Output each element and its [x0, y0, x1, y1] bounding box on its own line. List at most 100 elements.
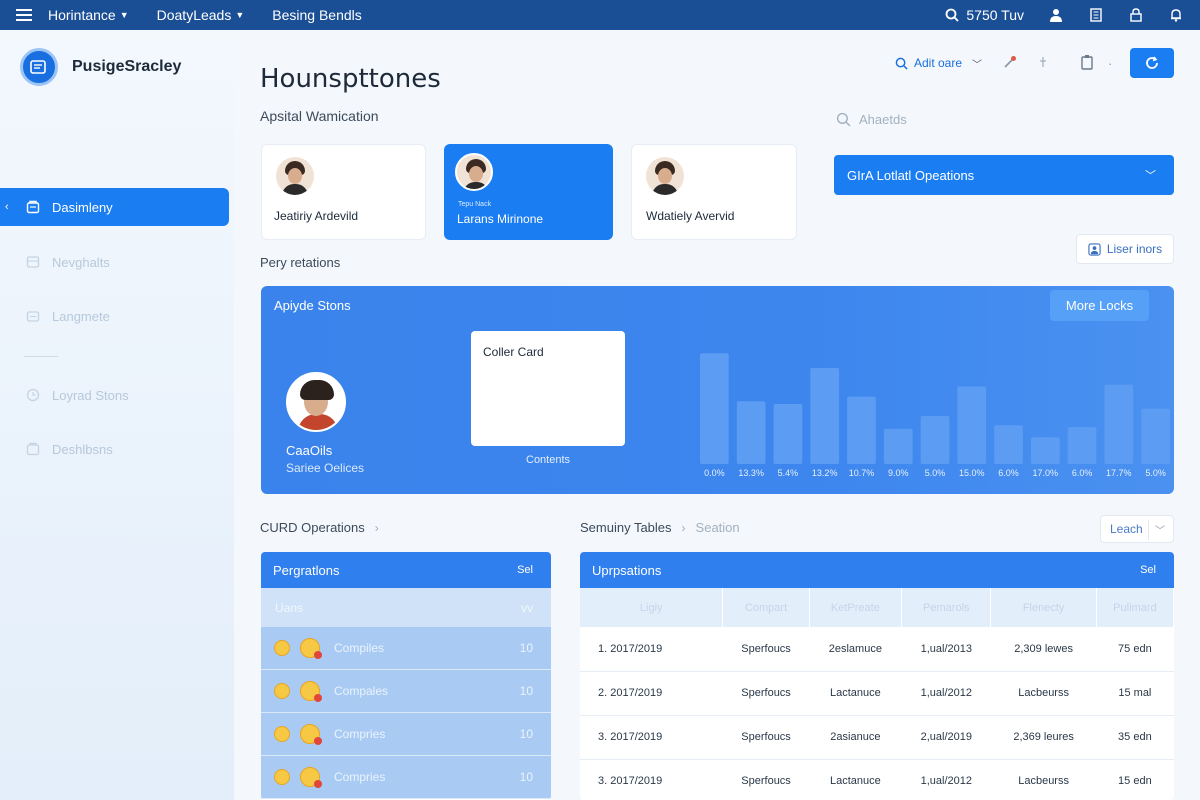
table-filter-select[interactable]: Leach ﹀	[1100, 515, 1174, 543]
list-item[interactable]: Compiles 10	[261, 627, 551, 670]
list-item[interactable]: Compries 10	[261, 713, 551, 756]
top-nav-horintance[interactable]: Horintance ▼	[48, 7, 129, 23]
table-cell: Lactanuce	[809, 759, 902, 800]
plus-icon[interactable]	[1038, 56, 1048, 71]
top-nav-besing-bendls[interactable]: Besing Bendls	[272, 7, 362, 23]
list-item[interactable]: Compales 10	[261, 670, 551, 713]
chart-bar	[1031, 437, 1060, 464]
column-header[interactable]: Flenecty	[990, 588, 1097, 627]
header-actions: Adit oare ﹀ ·	[895, 48, 1112, 78]
menu-icon[interactable]	[0, 0, 48, 30]
sidebar-item-label: Deshlbsns	[52, 441, 113, 457]
table-row[interactable]: 2. 2017/2019 Sperfoucs Lactanuce 1,ual/2…	[580, 671, 1174, 716]
more-looks-button[interactable]: More Locks	[1050, 290, 1149, 321]
list-item-value: 10	[519, 641, 533, 655]
table-row[interactable]: 3. 2017/2019 Sperfoucs 2asianuce 2,ual/2…	[580, 715, 1174, 760]
operations-panel: Pergratlons Sel Uans vv Compiles 10 Comp…	[261, 552, 551, 800]
auth-select[interactable]: Adit oare	[895, 56, 962, 70]
table-cell: Lacbeurss	[990, 759, 1097, 800]
refresh-button[interactable]	[1130, 48, 1174, 78]
table-cell: 2,369 leures	[990, 715, 1097, 760]
search-icon	[836, 112, 851, 126]
grid-icon	[26, 256, 40, 268]
chart-tick-label: 5.0%	[1145, 468, 1166, 478]
chevron-down-icon: ▼	[235, 10, 245, 20]
tables-panel: Uprpsations Sel Ligiy Compart KetPreate …	[580, 552, 1174, 800]
column-header[interactable]: KetPreate	[809, 588, 903, 627]
more-icon[interactable]: ·	[1108, 56, 1112, 71]
column-header[interactable]: Pemarols	[901, 588, 992, 627]
chart-bar	[700, 353, 729, 464]
color-card[interactable]: Coller Card	[471, 331, 625, 446]
avatar	[455, 153, 493, 191]
table-cell: Sperfoucs	[722, 715, 810, 760]
table-row[interactable]: 1. 2017/2019 Sperfoucs 2eslamuce 1,ual/2…	[580, 627, 1174, 672]
stats-banner: Apiyde Stons More Locks CaaOils Sariee O…	[261, 286, 1174, 494]
refresh-icon	[1146, 56, 1158, 69]
bar-chart: 0.0% 13.3% 5.4% 13.2% 10.7% 9.0% 5.0% 15.0% 6.0%…	[700, 353, 1170, 478]
person-card[interactable]: Jeatiriy Ardevild	[261, 144, 426, 240]
building-icon[interactable]	[1088, 7, 1104, 23]
column-header[interactable]: Ligiy	[580, 588, 724, 627]
chart-bar	[957, 386, 987, 464]
table-cell: 1. 2017/2019	[580, 627, 723, 672]
clipboard-icon[interactable]	[1080, 54, 1094, 73]
sidebar-item-nevghalts[interactable]: Nevghalts	[0, 243, 229, 281]
bell-icon[interactable]	[1168, 7, 1184, 23]
user-icon[interactable]	[1048, 7, 1064, 23]
table-cell: Sperfoucs	[722, 759, 810, 800]
sidebar-item-dasimleny[interactable]: ‹ Dasimleny	[0, 188, 229, 226]
header-search[interactable]: Ahaetds	[836, 108, 1166, 130]
list-item-value: 10	[519, 684, 533, 698]
chevron-down-icon[interactable]: ﹀	[972, 56, 982, 71]
brand-logo-icon	[20, 48, 58, 86]
top-search[interactable]: 5750 Tuv	[944, 7, 1024, 23]
chart-tick-label: 10.7%	[849, 468, 875, 478]
table-cell: 2,ual/2019	[901, 715, 991, 760]
lock-icon[interactable]	[1128, 7, 1144, 23]
pin-icon[interactable]	[1002, 54, 1018, 73]
emoji-badge-icon	[300, 724, 322, 745]
auth-label: Adit oare	[914, 56, 963, 70]
data-table: Ligiy Compart KetPreate Pemarols Flenect…	[580, 588, 1174, 800]
folder-icon	[26, 442, 40, 456]
table-cell: 75 edn	[1096, 627, 1174, 672]
panel-title: Uprpsations	[592, 562, 662, 578]
tables-breadcrumb: Semuiny Tables › Seation	[580, 520, 740, 535]
chart-bar	[810, 368, 840, 464]
section-label: Pery retations	[260, 255, 341, 270]
list-item-value: 10	[519, 727, 533, 741]
table-cell: 15 mal	[1096, 671, 1174, 716]
top-nav-doatyleads[interactable]: DoatyLeads ▼	[157, 7, 245, 23]
operations-select[interactable]: GIrA Lotlatl Opeations ﹀	[834, 155, 1174, 195]
sidebar-item-loyrad-stons[interactable]: Loyrad Stons	[0, 376, 229, 414]
tables-crumb[interactable]: Semuiny Tables	[580, 520, 672, 535]
emoji-icon	[274, 769, 290, 785]
subheader-left: Uans	[275, 600, 304, 615]
table-cell: Lacbeurss	[990, 671, 1097, 716]
sidebar-item-langmete[interactable]: Langmete	[0, 297, 229, 335]
column-header[interactable]: Compart	[722, 588, 810, 627]
top-nav: Horintance ▼ DoatyLeads ▼ Besing Bendls	[48, 7, 390, 23]
search-icon	[895, 57, 908, 70]
table-cell: 2eslamuce	[809, 627, 902, 672]
table-cell: 1,ual/2012	[901, 671, 991, 716]
sidebar-item-deshlbsns[interactable]: Deshlbsns	[0, 430, 229, 468]
table-cell: Lactanuce	[809, 671, 902, 716]
panel-select-link[interactable]: Sel	[1140, 564, 1156, 576]
chart-tick-label: 6.0%	[1072, 468, 1093, 478]
person-card[interactable]: Wdatiely Avervid	[631, 144, 797, 240]
person-card-selected[interactable]: Tepu Nack Larans Mirinone	[444, 144, 613, 240]
subheader-right: vv	[521, 600, 533, 615]
table-cell: 1,ual/2013	[901, 627, 991, 672]
emoji-icon	[274, 683, 290, 699]
panel-select-link[interactable]: Sel	[517, 564, 533, 576]
table-row[interactable]: 3. 2017/2019 Sperfoucs Lactanuce 1,ual/2…	[580, 759, 1174, 800]
column-header[interactable]: Pulimard	[1096, 588, 1174, 627]
chart-bar	[994, 425, 1023, 464]
chevron-down-icon: ﹀	[1155, 525, 1165, 537]
user-info-button[interactable]: Liser inors	[1076, 234, 1174, 264]
crud-label[interactable]: CURD Operations	[260, 520, 365, 535]
brand[interactable]: PusigeSracley	[20, 48, 181, 86]
list-item[interactable]: Compries 10	[261, 756, 551, 799]
